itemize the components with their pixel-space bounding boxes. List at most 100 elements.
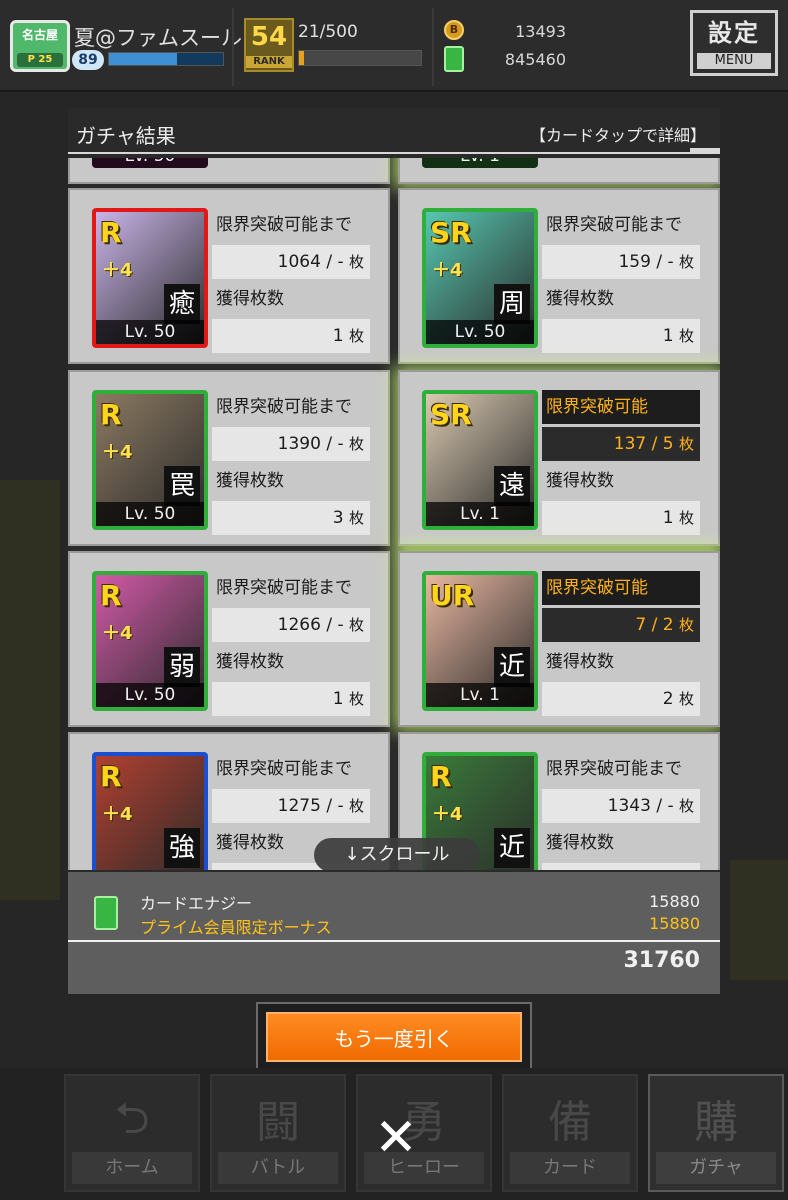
prime-bonus-value: 15880 [649, 914, 700, 933]
limit-break-suffix: / 5 [651, 434, 674, 454]
limit-break-unit: 枚 [678, 435, 694, 453]
panel-title: ガチャ結果 [76, 124, 176, 148]
summary-divider [68, 940, 720, 942]
acquired-value: 2 枚 [542, 682, 700, 716]
card-rarity: R [430, 760, 452, 793]
player-level: 89 [72, 50, 104, 70]
card-result[interactable]: UR 近 Lv. 1 限界突破可能 7 / 2 枚獲得枚数 2 枚 [398, 551, 720, 727]
card-result[interactable]: R ＋4 弱 Lv. 50 限界突破可能まで 1266 / - 枚獲得枚数 1 枚 [68, 551, 390, 727]
card-level: Lv. 1 [426, 502, 534, 526]
coin-icon: B [444, 20, 464, 40]
rank-badge: 54 RANK [244, 18, 294, 72]
card-plus: ＋4 [432, 804, 463, 825]
card-result[interactable]: R ＋4 罠 Lv. 50 限界突破可能まで 1390 / - 枚獲得枚数 3 枚 [68, 370, 390, 546]
acquired-count: 1 [662, 508, 674, 528]
card-info: 限界突破可能まで 1390 / - 枚獲得枚数 3 枚 [212, 390, 370, 538]
limit-break-value: 1064 / - 枚 [212, 245, 370, 279]
team-logo-sub: P 25 [17, 53, 63, 67]
acquired-label: 獲得枚数 [212, 645, 370, 679]
limit-break-number: 1266 [277, 615, 321, 635]
energy-icon [94, 896, 118, 930]
nav-card[interactable]: 備カード [502, 1074, 638, 1192]
limit-break-number: 1064 [277, 252, 321, 272]
card-result[interactable]: SR ＋4 周 Lv. 50 限界突破可能まで 159 / - 枚獲得枚数 1 枚 [398, 188, 720, 364]
background-decoration [730, 860, 788, 980]
acquired-count: 1 [662, 326, 674, 346]
limit-break-suffix: / - [656, 252, 674, 272]
limit-break-number: 137 [613, 434, 647, 454]
limit-break-suffix: / - [326, 796, 344, 816]
card-plus: ＋4 [102, 804, 133, 825]
card-thumbnail: R ＋4 弱 Lv. 50 [92, 571, 208, 711]
battle-icon: 闘 [256, 1097, 300, 1148]
close-icon[interactable]: ✕ [368, 1110, 424, 1166]
acquired-count: 1 [332, 689, 344, 709]
limit-break-unit: 枚 [348, 797, 364, 815]
limit-break-number: 1275 [277, 796, 321, 816]
home-icon: ⮌ [114, 1093, 150, 1144]
limit-break-value: 137 / 5 枚 [542, 427, 700, 461]
card-info: 限界突破可能 7 / 2 枚獲得枚数 2 枚 [542, 571, 700, 719]
card-result-partial[interactable]: Lv. 50 1 枚 [68, 158, 390, 184]
draw-again-button[interactable]: もう一度引く [266, 1012, 522, 1062]
card-thumbnail: Lv. 50 [92, 158, 208, 168]
card-rarity: SR [430, 398, 472, 431]
card-plus: ＋4 [102, 442, 133, 463]
acquired-label: 獲得枚数 [542, 464, 700, 498]
draw-again-frame: もう一度引く [256, 1002, 532, 1072]
acquired-value: 1 枚 [542, 501, 700, 535]
card-kanji: 周 [494, 284, 530, 324]
card-level: Lv. 50 [426, 320, 534, 344]
card-thumbnail: R ＋4 強 [92, 752, 208, 870]
card-thumbnail: SR 遠 Lv. 1 [422, 390, 538, 530]
settings-menu-button[interactable]: 設定 MENU [690, 10, 778, 76]
card-plus: ＋4 [432, 260, 463, 281]
limit-break-suffix: / - [326, 434, 344, 454]
gacha-icon: 購 [694, 1097, 738, 1148]
card-plus: ＋4 [102, 260, 133, 281]
card-result[interactable]: R ＋4 癒 Lv. 50 限界突破可能まで 1064 / - 枚獲得枚数 1 枚 [68, 188, 390, 364]
acquired-value: 1 枚 [212, 682, 370, 716]
acquired-label: 獲得枚数 [212, 464, 370, 498]
top-status-bar: 名古屋 P 25 夏@ファムスール 89 54 RANK 21/500 B 13… [0, 0, 788, 92]
nav-gacha[interactable]: 購ガチャ [648, 1074, 784, 1192]
limit-break-label: 限界突破可能まで [542, 208, 700, 242]
acquired-value [542, 863, 700, 870]
acquired-count: 3 [332, 508, 344, 528]
limit-break-label: 限界突破可能まで [212, 390, 370, 424]
card-level: Lv. 50 [96, 683, 204, 707]
acquired-unit: 枚 [348, 509, 364, 527]
limit-break-label: 限界突破可能まで [212, 571, 370, 605]
card-kanji: 強 [164, 828, 200, 868]
card-info: 限界突破可能まで 1064 / - 枚獲得枚数 1 枚 [212, 208, 370, 356]
rank-progress-fill [299, 51, 304, 65]
limit-break-unit: 枚 [348, 616, 364, 634]
card-result-list[interactable]: Lv. 50 1 枚 Lv. 1 2 枚 R＋4癒Lv. 50限界突破可能まで1… [68, 158, 720, 870]
limit-break-unit: 枚 [348, 253, 364, 271]
nav-home[interactable]: ⮌ ホーム [64, 1074, 200, 1192]
card-result[interactable]: SR 遠 Lv. 1 限界突破可能 137 / 5 枚獲得枚数 1 枚 [398, 370, 720, 546]
gacha-result-panel: ガチャ結果 【カードタップで詳細】 Lv. 50 1 枚 Lv. 1 2 枚 [68, 108, 720, 994]
team-logo[interactable]: 名古屋 P 25 [10, 20, 70, 72]
rank-badge-number: 54 [250, 22, 288, 52]
card-result-partial[interactable]: Lv. 1 2 枚 [398, 158, 720, 184]
exp-bar [108, 52, 224, 66]
card-kanji: 弱 [164, 647, 200, 687]
card-rarity: R [100, 760, 122, 793]
card-info: 限界突破可能まで 1266 / - 枚獲得枚数 1 枚 [212, 571, 370, 719]
card-thumbnail: SR ＋4 周 Lv. 50 [422, 208, 538, 348]
card-rarity: SR [430, 216, 472, 249]
acquired-unit: 枚 [348, 327, 364, 345]
acquired-value: 1 枚 [542, 319, 700, 353]
settings-label: 設定 [708, 19, 760, 47]
acquired-unit: 枚 [678, 690, 694, 708]
acquired-label: 獲得枚数 [212, 282, 370, 316]
nav-battle[interactable]: 闘バトル [210, 1074, 346, 1192]
card-level: Lv. 1 [422, 158, 538, 168]
limit-break-number: 7 [635, 615, 647, 635]
acquired-label: 獲得枚数 [542, 826, 700, 860]
card-level: Lv. 50 [92, 158, 208, 168]
card-thumbnail: Lv. 1 [422, 158, 538, 168]
card-level: Lv. 50 [96, 502, 204, 526]
nav-label: バトル [218, 1152, 338, 1184]
